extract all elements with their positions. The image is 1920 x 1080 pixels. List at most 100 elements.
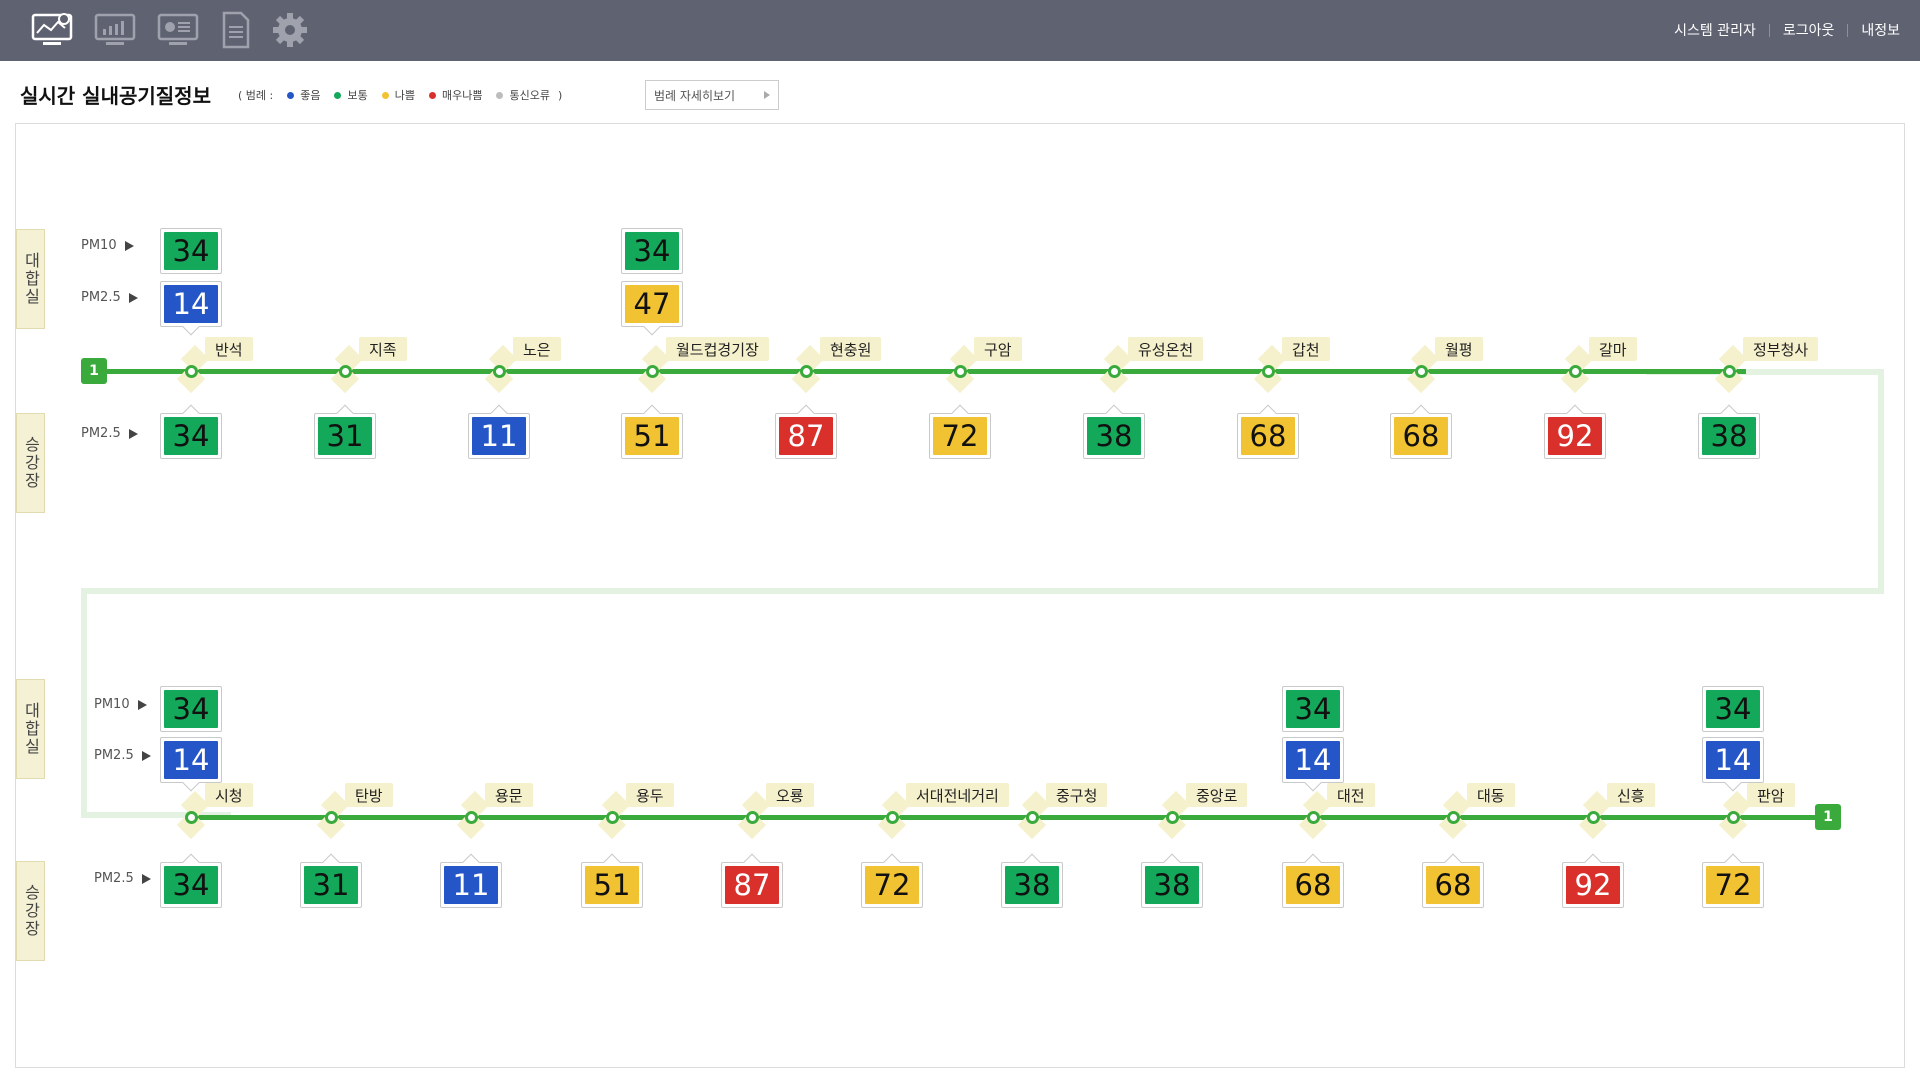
station-node[interactable]: [1415, 365, 1428, 378]
top-navigation-bar: 시스템 관리자 로그아웃 내정보: [0, 0, 1920, 61]
logout-link[interactable]: 로그아웃: [1783, 20, 1835, 40]
station-name-서대전네거리[interactable]: 서대전네거리: [906, 783, 1009, 807]
platform-pm25-value-box[interactable]: 87: [721, 853, 783, 908]
station-name-정부청사[interactable]: 정부청사: [1743, 337, 1819, 361]
station-node[interactable]: [1569, 365, 1582, 378]
pm10-value-box[interactable]: 34: [1702, 686, 1764, 732]
pm25-value-box[interactable]: 14: [1702, 737, 1764, 792]
pm10-value-box[interactable]: 34: [160, 228, 222, 274]
station-node[interactable]: [800, 365, 813, 378]
station-node[interactable]: [325, 811, 338, 824]
pm25-value-box[interactable]: 14: [1282, 737, 1344, 792]
my-info-link[interactable]: 내정보: [1861, 20, 1900, 40]
station-name-대동[interactable]: 대동: [1467, 783, 1515, 807]
station-name-월드컵경기장[interactable]: 월드컵경기장: [666, 337, 769, 361]
station-node[interactable]: [1723, 365, 1736, 378]
pm10-value-box[interactable]: 34: [1282, 686, 1344, 732]
legend-dot: [381, 91, 389, 99]
monitor-map-icon[interactable]: [30, 10, 74, 50]
station-name-신흥[interactable]: 신흥: [1607, 783, 1655, 807]
platform-pm25-value-box[interactable]: 11: [440, 853, 502, 908]
platform-pm25-value-box[interactable]: 11: [468, 404, 530, 459]
station-node[interactable]: [1727, 811, 1740, 824]
station-node[interactable]: [493, 365, 506, 378]
station-name-판암[interactable]: 판암: [1747, 783, 1795, 807]
legend-detail-button[interactable]: 범례 자세히보기: [645, 80, 779, 110]
admin-link[interactable]: 시스템 관리자: [1674, 20, 1756, 40]
triangle-right-icon: [128, 292, 138, 303]
station-name-탄방[interactable]: 탄방: [345, 783, 393, 807]
station-name-현충원[interactable]: 현충원: [820, 337, 882, 361]
platform-pm25-value-box[interactable]: 31: [300, 853, 362, 908]
platform-pm25-value-box[interactable]: 34: [160, 404, 222, 459]
legend-dot: [287, 91, 295, 99]
station-node[interactable]: [1307, 811, 1320, 824]
platform-pm25-value-box[interactable]: 68: [1237, 404, 1299, 459]
pm10-text: PM10: [94, 697, 130, 712]
station-name-유성온천[interactable]: 유성온천: [1128, 337, 1204, 361]
station-name-시청[interactable]: 시청: [205, 783, 253, 807]
platform-pm25-value-box[interactable]: 51: [581, 853, 643, 908]
station-name-중구청[interactable]: 중구청: [1046, 783, 1108, 807]
platform-pm25-value-box[interactable]: 92: [1562, 853, 1624, 908]
pm25-value-box[interactable]: 14: [160, 281, 222, 336]
platform-pm25-value-box-value: 31: [318, 417, 372, 455]
station-name-월평[interactable]: 월평: [1435, 337, 1483, 361]
gear-icon[interactable]: [268, 10, 312, 50]
station-name-구암[interactable]: 구암: [974, 337, 1022, 361]
platform-pm25-value-box-value: 38: [1087, 417, 1141, 455]
station-node[interactable]: [465, 811, 478, 824]
platform-pm25-value-box[interactable]: 92: [1544, 404, 1606, 459]
platform-pm25-value-box[interactable]: 51: [621, 404, 683, 459]
station-name-반석[interactable]: 반석: [205, 337, 253, 361]
platform-pm25-value-box[interactable]: 72: [929, 404, 991, 459]
pm10-value-box[interactable]: 34: [160, 686, 222, 732]
station-name-지족[interactable]: 지족: [359, 337, 407, 361]
station-node[interactable]: [1026, 811, 1039, 824]
station-node[interactable]: [1108, 365, 1121, 378]
platform-pm25-value-box[interactable]: 38: [1141, 853, 1203, 908]
station-name-오룡[interactable]: 오룡: [766, 783, 814, 807]
station-node[interactable]: [185, 811, 198, 824]
station-node[interactable]: [1447, 811, 1460, 824]
platform-pm25-value-box[interactable]: 68: [1422, 853, 1484, 908]
station-node[interactable]: [954, 365, 967, 378]
station-node[interactable]: [746, 811, 759, 824]
platform-pm25-value-box[interactable]: 38: [1083, 404, 1145, 459]
station-name-노은[interactable]: 노은: [513, 337, 561, 361]
platform-pm25-value-box[interactable]: 31: [314, 404, 376, 459]
station-node[interactable]: [1166, 811, 1179, 824]
station-name-갑천[interactable]: 갑천: [1282, 337, 1330, 361]
platform-pm25-value-box-value: 72: [865, 866, 919, 904]
station-name-갈마[interactable]: 갈마: [1589, 337, 1637, 361]
station-name-용두[interactable]: 용두: [626, 783, 674, 807]
station-name-대전[interactable]: 대전: [1327, 783, 1375, 807]
station-node[interactable]: [339, 365, 352, 378]
station-name-용문[interactable]: 용문: [485, 783, 533, 807]
station-node[interactable]: [1587, 811, 1600, 824]
station-name-중앙로[interactable]: 중앙로: [1186, 783, 1248, 807]
dashboard-icon[interactable]: [156, 10, 200, 50]
pm25-value-box[interactable]: 14: [160, 737, 222, 792]
station-node[interactable]: [886, 811, 899, 824]
platform-pm25-value-box[interactable]: 34: [160, 853, 222, 908]
platform-pm25-value-box-value: 68: [1426, 866, 1480, 904]
station-node[interactable]: [185, 365, 198, 378]
pm10-value-box[interactable]: 34: [621, 228, 683, 274]
platform-tab-2: 승강장: [16, 861, 45, 961]
waiting-room-tab-2: 대합실: [16, 679, 45, 779]
platform-pm25-value-box[interactable]: 68: [1282, 853, 1344, 908]
platform-pm25-value-box[interactable]: 87: [775, 404, 837, 459]
document-icon[interactable]: [214, 10, 258, 50]
platform-pm25-value-box[interactable]: 38: [1698, 404, 1760, 459]
platform-pm25-value-box[interactable]: 72: [861, 853, 923, 908]
platform-pm25-value-box[interactable]: 72: [1702, 853, 1764, 908]
platform-pm25-value-box[interactable]: 38: [1001, 853, 1063, 908]
station-node[interactable]: [606, 811, 619, 824]
pm10-value-box-value: 34: [625, 232, 679, 270]
pm25-value-box[interactable]: 47: [621, 281, 683, 336]
chart-icon[interactable]: [93, 10, 137, 50]
platform-pm25-value-box[interactable]: 68: [1390, 404, 1452, 459]
station-node[interactable]: [1262, 365, 1275, 378]
station-node[interactable]: [646, 365, 659, 378]
